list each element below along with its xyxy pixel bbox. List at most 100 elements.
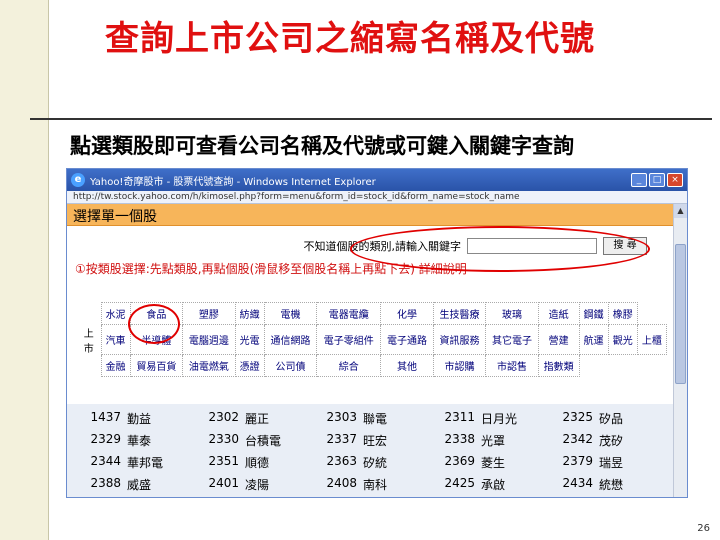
stock-name: 承啟 <box>481 478 506 492</box>
stock-item[interactable]: 2303 聯電 <box>323 410 439 432</box>
stock-item[interactable]: 2325 矽品 <box>559 410 675 432</box>
category-link[interactable]: 憑證 <box>234 354 265 377</box>
category-link[interactable]: 玻璃 <box>485 302 539 325</box>
stock-code: 2330 <box>208 432 239 446</box>
stock-code: 2325 <box>562 410 593 424</box>
stock-name: 統懋 <box>599 478 624 492</box>
ie-icon: e <box>71 173 85 187</box>
stock-name: 光罩 <box>481 434 506 448</box>
stock-code: 2329 <box>90 432 121 446</box>
stock-code: 2303 <box>326 410 357 424</box>
stock-code: 2351 <box>208 454 239 468</box>
category-link[interactable]: 化學 <box>380 302 434 325</box>
stock-item[interactable]: 2342 茂矽 <box>559 432 675 454</box>
category-link[interactable]: 貿易百貨 <box>129 354 184 377</box>
category-link[interactable]: 其它電子 <box>485 324 539 355</box>
stock-name: 茂矽 <box>599 434 624 448</box>
stock-code: 2338 <box>444 432 475 446</box>
category-link[interactable]: 橡膠 <box>607 302 638 325</box>
minimize-icon[interactable]: _ <box>631 173 647 187</box>
stock-item[interactable]: 2369 菱生 <box>441 454 557 476</box>
category-link[interactable]: 造紙 <box>537 302 580 325</box>
category-link[interactable]: 塑膠 <box>182 302 236 325</box>
category-link[interactable]: 電器電纜 <box>316 302 382 325</box>
category-row: 金融 貿易百貨 油電燃氣 憑證 公司債 綜合 其他 市認購 市認售 指數類 <box>77 354 667 377</box>
category-link[interactable]: 航運 <box>578 324 609 355</box>
page-number: 26 <box>697 523 710 534</box>
stock-item[interactable]: 2337 旺宏 <box>323 432 439 454</box>
category-link[interactable]: 綜合 <box>316 354 382 377</box>
stock-name: 華泰 <box>127 434 152 448</box>
stock-item[interactable]: 2344 華邦電 <box>87 454 203 476</box>
category-link[interactable]: 金融 <box>100 354 131 377</box>
category-link[interactable]: 光電 <box>234 324 265 355</box>
category-link[interactable]: 電子零組件 <box>316 324 382 355</box>
category-link[interactable]: 汽車 <box>100 324 131 355</box>
category-link[interactable]: 指數類 <box>537 354 580 377</box>
stock-item[interactable]: 2363 矽統 <box>323 454 439 476</box>
stock-item[interactable]: 2401 凌陽 <box>205 476 321 497</box>
stock-item[interactable]: 2379 瑞昱 <box>559 454 675 476</box>
category-link[interactable]: 電子通路 <box>380 324 434 355</box>
stock-item[interactable]: 2408 南科 <box>323 476 439 497</box>
category-link[interactable]: 鋼鐵 <box>578 302 609 325</box>
stock-code: 2344 <box>90 454 121 468</box>
vertical-scrollbar[interactable]: ▲ <box>673 204 687 497</box>
slide-subtitle: 點選類股即可查看公司名稱及代號或可鍵入關鍵字查詢 <box>70 134 574 158</box>
maximize-icon[interactable]: □ <box>649 173 665 187</box>
stock-name: 麗正 <box>245 412 270 426</box>
stock-name: 凌陽 <box>245 478 270 492</box>
stock-item[interactable]: 2388 威盛 <box>87 476 203 497</box>
close-icon[interactable]: × <box>667 173 683 187</box>
category-link[interactable]: 觀光 <box>607 324 638 355</box>
stock-column: 2302麗正2330台積電2351順德2401凌陽2441超豐2473思源 <box>205 410 321 497</box>
category-link[interactable]: 通信網路 <box>263 324 318 355</box>
category-row-label <box>77 303 101 325</box>
category-link[interactable]: 紡織 <box>234 302 265 325</box>
category-link[interactable]: 市認購 <box>432 354 487 377</box>
category-link[interactable]: 資訊服務 <box>432 324 487 355</box>
stock-code: 2337 <box>326 432 357 446</box>
slide-left-band <box>0 0 48 540</box>
stock-code: 2311 <box>444 410 475 424</box>
stock-item[interactable]: 2434 統懋 <box>559 476 675 497</box>
stock-code: 2363 <box>326 454 357 468</box>
stock-item[interactable]: 2330 台積電 <box>205 432 321 454</box>
category-row-label: 上市 <box>83 328 94 355</box>
category-link[interactable]: 公司債 <box>263 354 318 377</box>
window-controls: _ □ × <box>631 173 683 187</box>
stock-item[interactable]: 2329 華泰 <box>87 432 203 454</box>
stock-name: 聯電 <box>363 412 388 426</box>
stock-item[interactable]: 2338 光罩 <box>441 432 557 454</box>
stock-item[interactable]: 2351 順德 <box>205 454 321 476</box>
category-link[interactable]: 油電燃氣 <box>182 354 236 377</box>
stock-name: 勤益 <box>127 412 152 426</box>
category-link[interactable]: 電腦週邊 <box>182 324 236 355</box>
stock-name: 矽統 <box>363 456 388 470</box>
address-bar[interactable]: http://tw.stock.yahoo.com/h/kimosel.php?… <box>67 191 687 204</box>
scroll-up-icon[interactable]: ▲ <box>674 204 687 218</box>
stock-name: 菱生 <box>481 456 506 470</box>
category-link[interactable]: 水泥 <box>100 302 131 325</box>
category-link[interactable]: 其他 <box>380 354 434 377</box>
category-link[interactable]: 電機 <box>263 302 318 325</box>
category-link[interactable]: 市認售 <box>485 354 539 377</box>
stock-name: 瑞昱 <box>599 456 624 470</box>
browser-titlebar: e Yahoo!奇摩股市 - 股票代號查詢 - Windows Internet… <box>67 169 687 191</box>
scroll-thumb[interactable] <box>675 244 686 384</box>
stock-code: 2379 <box>562 454 593 468</box>
stock-name: 矽品 <box>599 412 624 426</box>
category-highlight-ellipse <box>128 304 180 344</box>
category-row-label <box>77 355 101 377</box>
section-header: 選擇單一個股 <box>67 204 687 226</box>
stock-code: 2302 <box>208 410 239 424</box>
slide-left-rule <box>48 0 49 540</box>
category-link[interactable]: 生技醫療 <box>432 302 487 325</box>
stock-item[interactable]: 2425 承啟 <box>441 476 557 497</box>
stock-item[interactable]: 2302 麗正 <box>205 410 321 432</box>
category-link[interactable]: 營建 <box>537 324 580 355</box>
category-link[interactable]: 上櫃 <box>636 324 668 355</box>
stock-item[interactable]: 1437 勤益 <box>87 410 203 432</box>
stock-name: 華邦電 <box>127 456 164 470</box>
stock-item[interactable]: 2311 日月光 <box>441 410 557 432</box>
